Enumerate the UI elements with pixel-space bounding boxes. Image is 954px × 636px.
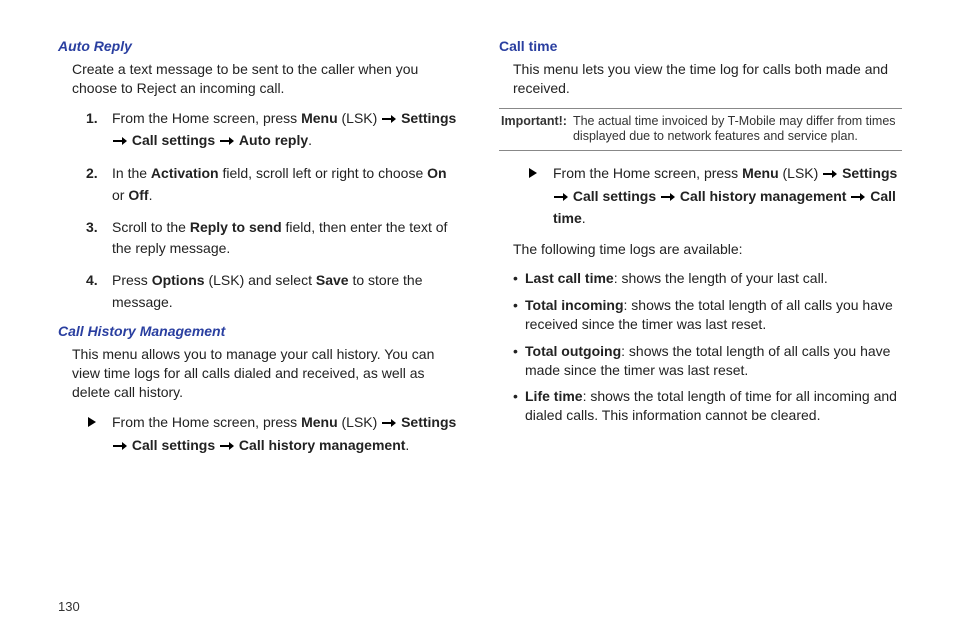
text: (LSK) [338, 110, 382, 126]
bold: Off [128, 187, 148, 203]
text: . [405, 437, 409, 453]
left-column: Auto Reply Create a text message to be s… [58, 34, 461, 467]
arrow-right-icon [113, 436, 127, 458]
bold: Settings [401, 414, 456, 430]
note-label: Important!: [501, 114, 567, 145]
logs-intro: The following time logs are available: [513, 240, 902, 259]
arrow-right-icon [823, 164, 837, 186]
bold: Call settings [573, 188, 656, 204]
bold: Settings [401, 110, 456, 126]
bold: Call settings [132, 132, 215, 148]
manual-page: Auto Reply Create a text message to be s… [0, 0, 954, 636]
time-logs-list: Last call time: shows the length of your… [513, 269, 902, 425]
note-body: The actual time invoiced by T-Mobile may… [573, 114, 900, 145]
step-1: 1. From the Home screen, press Menu (LSK… [86, 108, 461, 153]
chm-nav-list: From the Home screen, press Menu (LSK) S… [86, 412, 461, 457]
bold: Save [316, 272, 349, 288]
arrow-right-icon [851, 187, 865, 209]
list-item: Life time: shows the total length of tim… [513, 387, 902, 425]
step-3: 3. Scroll to the Reply to send field, th… [86, 217, 461, 260]
arrow-right-icon [113, 131, 127, 153]
text: In the [112, 165, 151, 181]
bold: Call settings [132, 437, 215, 453]
list-item: Last call time: shows the length of your… [513, 269, 902, 288]
text: . [149, 187, 153, 203]
arrow-right-icon [382, 109, 396, 131]
auto-reply-steps: 1. From the Home screen, press Menu (LSK… [86, 108, 461, 314]
text: From the Home screen, press [112, 110, 301, 126]
bold: Options [152, 272, 205, 288]
right-column: Call time This menu lets you view the ti… [499, 34, 902, 467]
text: Scroll to the [112, 219, 190, 235]
list-item: Total incoming: shows the total length o… [513, 296, 902, 334]
text: From the Home screen, press [112, 414, 301, 430]
bold: Total incoming [525, 297, 624, 313]
bold: Life time [525, 388, 583, 404]
page-number: 130 [58, 599, 80, 614]
bold: Call history management [680, 188, 847, 204]
two-column-layout: Auto Reply Create a text message to be s… [58, 34, 902, 467]
bold: Menu [301, 414, 338, 430]
arrow-right-icon [554, 187, 568, 209]
bold: Last call time [525, 270, 614, 286]
text: or [112, 187, 128, 203]
call-time-intro: This menu lets you view the time log for… [513, 60, 902, 98]
step-number: 4. [86, 270, 98, 292]
nav-step: From the Home screen, press Menu (LSK) S… [86, 412, 461, 457]
arrow-right-icon [220, 436, 234, 458]
heading-call-history-management: Call History Management [58, 323, 461, 339]
nav-step: From the Home screen, press Menu (LSK) S… [527, 163, 902, 230]
arrow-right-icon [382, 413, 396, 435]
text: : shows the length of your last call. [614, 270, 828, 286]
arrow-right-icon [220, 131, 234, 153]
bold: Settings [842, 165, 897, 181]
important-note: Important!: The actual time invoiced by … [499, 108, 902, 151]
heading-call-time: Call time [499, 38, 902, 54]
bold: Reply to send [190, 219, 282, 235]
bold: Auto reply [239, 132, 308, 148]
bold: Activation [151, 165, 219, 181]
text: field, scroll left or right to choose [219, 165, 428, 181]
arrow-right-icon [661, 187, 675, 209]
step-4: 4. Press Options (LSK) and select Save t… [86, 270, 461, 313]
bold: Call history management [239, 437, 406, 453]
step-2: 2. In the Activation field, scroll left … [86, 163, 461, 206]
bold: Total outgoing [525, 343, 621, 359]
heading-auto-reply: Auto Reply [58, 38, 461, 54]
chm-intro: This menu allows you to manage your call… [72, 345, 461, 402]
step-number: 3. [86, 217, 98, 239]
text: . [308, 132, 312, 148]
text: (LSK) [779, 165, 823, 181]
step-number: 1. [86, 108, 98, 130]
list-item: Total outgoing: shows the total length o… [513, 342, 902, 380]
bold: Menu [301, 110, 338, 126]
step-number: 2. [86, 163, 98, 185]
text: Press [112, 272, 152, 288]
bold: On [427, 165, 446, 181]
text: . [582, 210, 586, 226]
text: From the Home screen, press [553, 165, 742, 181]
text: (LSK) [338, 414, 382, 430]
auto-reply-intro: Create a text message to be sent to the … [72, 60, 461, 98]
bold: Menu [742, 165, 779, 181]
call-time-nav-list: From the Home screen, press Menu (LSK) S… [527, 163, 902, 230]
text: (LSK) and select [205, 272, 316, 288]
